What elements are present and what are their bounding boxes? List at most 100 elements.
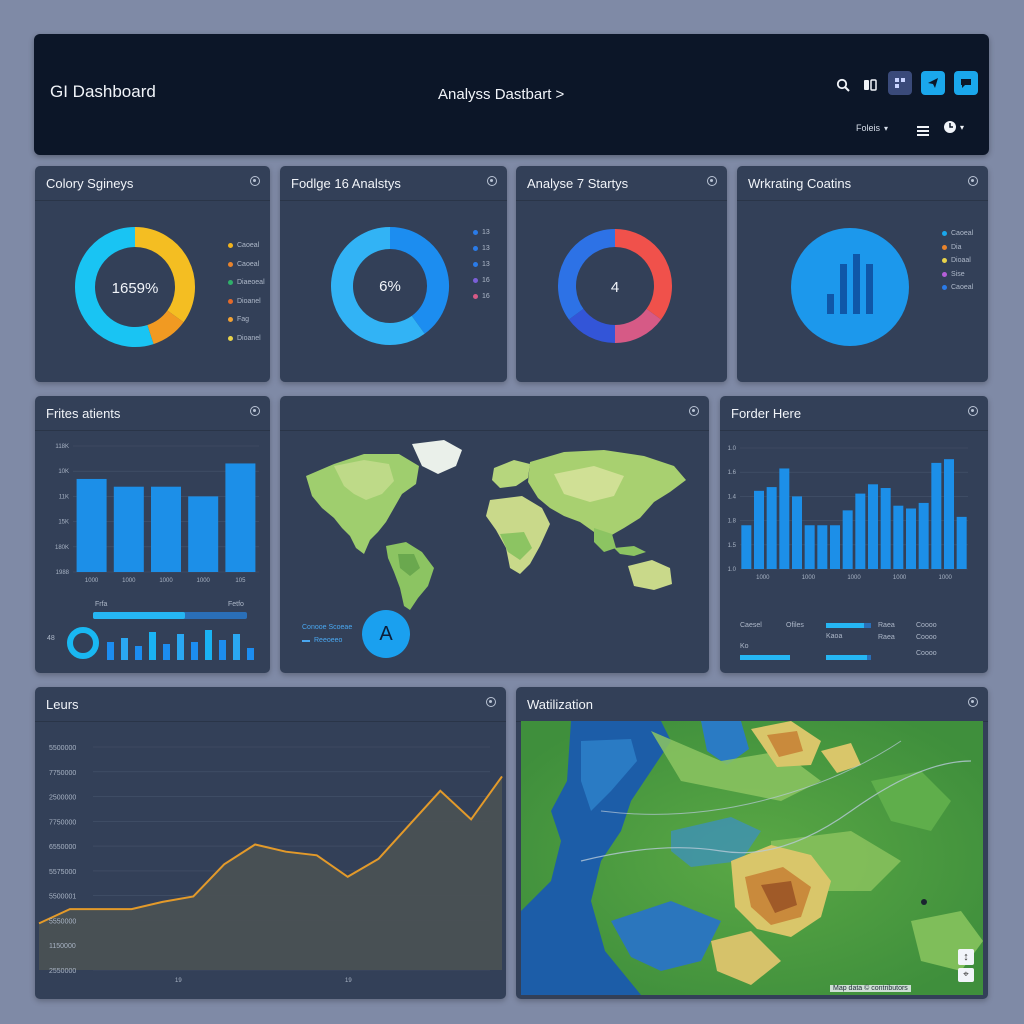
panel-options-icon[interactable]	[968, 176, 978, 186]
panel-title: Frites atients	[46, 406, 121, 421]
panel-header: Colory Sgineys	[35, 166, 270, 201]
legend-swatch	[473, 230, 478, 235]
legend-swatch	[228, 335, 233, 341]
foliage-donut: 6%	[331, 227, 449, 345]
forder-bar	[906, 508, 916, 569]
forder-bar	[741, 525, 752, 569]
legend-item: 16	[473, 277, 490, 284]
legend-item: Dia	[942, 244, 962, 251]
analyse-slice-2	[568, 308, 616, 343]
legend-label: Diaeoeal	[237, 279, 265, 286]
forder-bar	[830, 525, 840, 569]
y-tick-label: 1.6	[728, 470, 737, 476]
forder-legend-a: Caesel	[740, 622, 762, 629]
mini-ring-icon	[67, 627, 99, 659]
grid-icon[interactable]	[888, 71, 912, 95]
dashboard-breadcrumb[interactable]: Analyss Dastbart >	[438, 86, 564, 103]
wrkrating-panel: Wrkrating Coatins Caoeal Dia Dioaal Sise Cao…	[737, 166, 988, 382]
y-tick-label: 2550000	[49, 968, 76, 975]
analyse-donut: 4	[558, 229, 672, 343]
y-tick-label: 7750000	[49, 770, 76, 777]
legend-item: Sise	[942, 271, 965, 278]
legend-swatch	[942, 258, 947, 263]
panel-title: Leurs	[46, 697, 79, 712]
y-tick-label: 1.8	[728, 519, 737, 525]
forder-legend-h: Coooo	[916, 650, 937, 657]
legend-label: Caoeal	[951, 230, 974, 237]
panel-options-icon[interactable]	[250, 176, 260, 186]
bar-chart-icon	[791, 228, 909, 346]
search-icon[interactable]	[836, 78, 850, 92]
forder-bar	[918, 502, 929, 569]
x-tick-label: 105	[235, 578, 246, 584]
panel-options-icon[interactable]	[486, 697, 496, 707]
user-icon[interactable]	[863, 78, 877, 92]
forder-legend-g: Kaoa	[826, 633, 843, 640]
zoom-button[interactable]: ↕	[958, 949, 974, 965]
y-tick-label: 1.0	[728, 446, 737, 452]
y-tick-label: 5550000	[49, 918, 76, 925]
panel-options-icon[interactable]	[968, 697, 978, 707]
panel-header	[280, 396, 709, 431]
colory-panel: Colory Sgineys 1659% Caoeal Caoeal Diaeoea…	[35, 166, 270, 382]
chat-icon[interactable]	[954, 71, 978, 95]
forder-bar	[754, 490, 764, 569]
forder-bar	[868, 484, 878, 569]
x-tick-label: 1000	[939, 575, 953, 581]
panel-title: Forder Here	[731, 406, 802, 421]
legend-item: Diaeoeal	[228, 279, 265, 286]
legend-item: 13	[473, 229, 490, 236]
y-tick-label: 7750000	[49, 819, 76, 826]
forder-bar	[792, 496, 802, 569]
frites-bar	[225, 463, 256, 572]
legend-item: Caoeal	[942, 230, 973, 237]
y-tick-label: 5500000	[49, 745, 76, 752]
y-tick-label: 118K	[55, 444, 69, 450]
panel-options-icon[interactable]	[487, 176, 497, 186]
legend-label: Dia	[951, 243, 962, 251]
legend-swatch	[942, 231, 947, 236]
forder-bar	[804, 525, 815, 569]
legend-item: 16	[473, 293, 490, 300]
forder-legend-c: Raea	[878, 622, 895, 629]
panel-options-icon[interactable]	[250, 406, 260, 416]
forder-panel: Forder Here 1.0 1.5 1.8 1.4 1.6 1.0 1000 1000 1…	[720, 396, 988, 673]
donut-center-label: 6%	[379, 278, 401, 295]
y-tick-label: 1.4	[728, 494, 737, 500]
legend-label: 16	[482, 293, 490, 300]
progress-track	[93, 612, 247, 619]
panel-header: Frites atients	[35, 396, 270, 431]
analyse-slice-0	[614, 229, 672, 320]
forder-bar	[855, 493, 866, 569]
frites-bar-chart: 1988 180K 15K 11K 10K 118K 1000 1000 1000 1000 10…	[55, 444, 259, 584]
progress-left-label: Frfa	[95, 601, 108, 608]
send-icon[interactable]	[921, 71, 945, 95]
y-tick-label: 5575000	[49, 869, 76, 876]
map-badge-button[interactable]: A	[362, 610, 410, 658]
map-legend-sub: Reeoeeo	[314, 637, 343, 644]
panel-options-icon[interactable]	[707, 176, 717, 186]
y-tick-label: 10K	[58, 469, 69, 475]
menu-icon[interactable]	[917, 123, 929, 136]
panel-options-icon[interactable]	[968, 406, 978, 416]
zoom-out-button[interactable]: ⌖	[958, 968, 974, 982]
y-tick-label: 6550000	[49, 844, 76, 851]
legend-item: 13	[473, 261, 490, 268]
legend-label: 13	[482, 229, 490, 236]
clock-icon[interactable]: ▾	[943, 120, 971, 134]
panel-options-icon[interactable]	[689, 406, 699, 416]
legend-label: Dioanel	[237, 297, 261, 305]
legend-swatch	[228, 280, 233, 285]
world-map[interactable]	[294, 436, 694, 611]
legend-label: 13	[482, 261, 490, 268]
map-attribution: Map data © contributors	[830, 985, 911, 992]
watilization-panel: Watilization ↕ ⌖ Map data © contributors	[516, 687, 988, 999]
legend-swatch	[228, 261, 233, 267]
terrain-map[interactable]	[521, 721, 983, 995]
analyse-slice-1	[614, 308, 662, 343]
forder-bar	[893, 505, 904, 569]
panel-title: Wrkrating Coatins	[748, 176, 852, 191]
filter-dropdown[interactable]: Foleis ▾	[856, 123, 888, 133]
panel-header: Watilization	[516, 687, 988, 722]
x-tick-label: 19	[175, 978, 182, 984]
